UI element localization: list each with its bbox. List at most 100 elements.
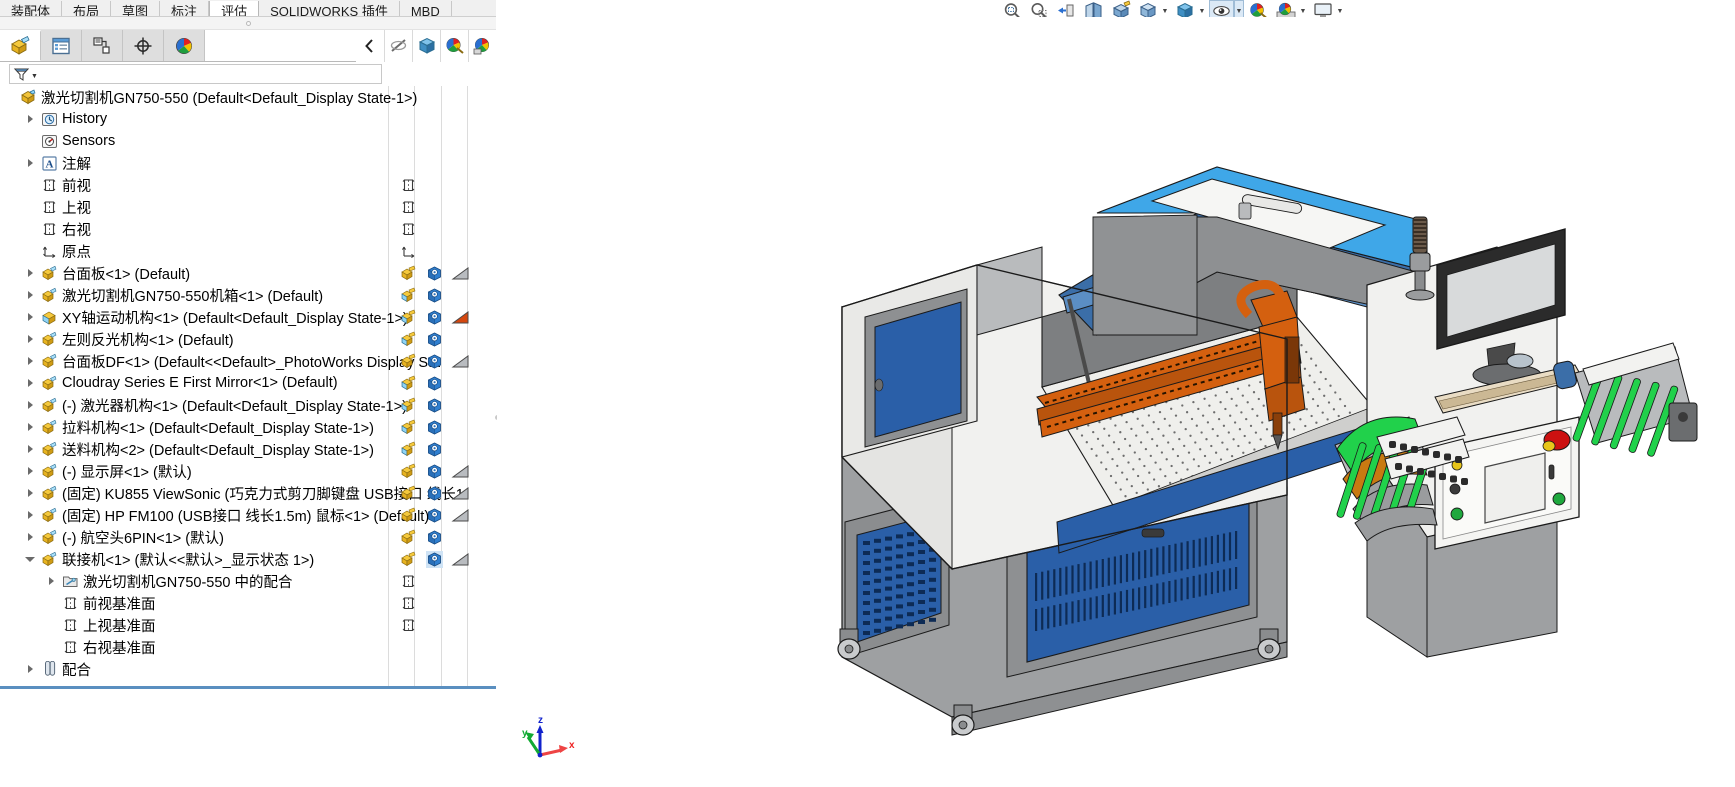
tree-column-cell[interactable] [395, 284, 421, 306]
tree-column-cell[interactable] [421, 174, 447, 196]
tree-expand-toggle[interactable] [21, 262, 39, 284]
appearance-ball-icon[interactable] [440, 30, 468, 62]
tree-expand-toggle[interactable] [21, 658, 39, 680]
tree-column-cell[interactable] [395, 328, 421, 350]
tree-column-cell[interactable] [395, 570, 421, 592]
feature-tree-filter-input[interactable]: ▼ [9, 64, 382, 84]
tree-column-cell[interactable] [395, 262, 421, 284]
tree-column-cell[interactable] [421, 592, 447, 614]
tree-expand-toggle[interactable] [21, 108, 39, 130]
tree-column-cell[interactable] [421, 372, 447, 394]
tree-column-cell[interactable] [448, 658, 474, 680]
tree-column-cell[interactable] [395, 636, 421, 658]
tree-column-cell[interactable] [421, 108, 447, 130]
tree-expand-toggle[interactable] [21, 460, 39, 482]
tree-column-cell[interactable] [421, 482, 447, 504]
tree-column-cell[interactable] [421, 394, 447, 416]
tree-column-cell[interactable] [421, 526, 447, 548]
tree-column-cell[interactable] [395, 592, 421, 614]
tree-column-cell[interactable] [421, 284, 447, 306]
tree-column-cell[interactable] [421, 130, 447, 152]
tree-column-cell[interactable] [395, 416, 421, 438]
tree-column-cell[interactable] [395, 504, 421, 526]
tree-expand-toggle[interactable] [21, 372, 39, 394]
tree-expand-toggle[interactable] [21, 328, 39, 350]
feature-manager-design-tree-tab[interactable] [0, 30, 41, 61]
tree-column-cell[interactable] [448, 350, 474, 372]
tree-column-cell[interactable] [448, 592, 474, 614]
tree-column-cell[interactable] [421, 218, 447, 240]
tree-expand-toggle[interactable] [21, 284, 39, 306]
tree-column-cell[interactable] [421, 306, 447, 328]
tree-column-cell[interactable] [395, 218, 421, 240]
tree-column-cell[interactable] [421, 658, 447, 680]
ribbon-tab-6[interactable]: MBD [399, 1, 452, 16]
tree-column-cell[interactable] [448, 284, 474, 306]
tree-column-cell[interactable] [448, 86, 474, 108]
tree-column-cell[interactable] [421, 262, 447, 284]
display-manager-tab[interactable] [164, 30, 205, 61]
tree-column-cell[interactable] [395, 460, 421, 482]
tree-column-cell[interactable] [448, 262, 474, 284]
ribbon-tab-1[interactable]: 布局 [62, 1, 112, 16]
view-orientation-cube-icon[interactable] [412, 30, 440, 62]
tree-column-cell[interactable] [421, 196, 447, 218]
feature-tree[interactable]: 激光切割机GN750-550 (Default<Default_Display … [0, 86, 496, 686]
tree-column-cell[interactable] [448, 548, 474, 570]
tree-column-cell[interactable] [395, 658, 421, 680]
tree-expand-toggle[interactable] [21, 152, 39, 174]
tree-column-cell[interactable] [395, 306, 421, 328]
tree-column-cell[interactable] [448, 614, 474, 636]
tree-column-cell[interactable] [421, 636, 447, 658]
tree-column-cell[interactable] [395, 196, 421, 218]
ribbon-tab-0[interactable]: 装配体 [0, 1, 63, 16]
tree-column-cell[interactable] [395, 548, 421, 570]
tree-column-cell[interactable] [395, 174, 421, 196]
tree-column-cell[interactable] [395, 394, 421, 416]
tree-column-cell[interactable] [448, 218, 474, 240]
tree-column-cell[interactable] [395, 108, 421, 130]
tree-column-cell[interactable] [421, 460, 447, 482]
collapse-arrow-icon[interactable] [356, 30, 384, 62]
tree-column-cell[interactable] [421, 504, 447, 526]
tree-column-cell[interactable] [395, 350, 421, 372]
tree-column-cell[interactable] [421, 86, 447, 108]
ribbon-tab-5[interactable]: SOLIDWORKS 插件 [259, 1, 400, 16]
tree-column-cell[interactable] [448, 460, 474, 482]
tree-column-cell[interactable] [448, 570, 474, 592]
property-manager-tab[interactable] [41, 30, 82, 61]
tree-expand-toggle[interactable] [21, 438, 39, 460]
dimxpert-manager-tab[interactable] [123, 30, 164, 61]
graphics-area[interactable]: z y x [497, 17, 1735, 787]
ribbon-tab-4[interactable]: 评估 [209, 1, 260, 16]
tree-column-cell[interactable] [448, 504, 474, 526]
tree-column-cell[interactable] [448, 174, 474, 196]
tree-expand-toggle[interactable] [21, 394, 39, 416]
tree-expand-toggle[interactable] [21, 306, 39, 328]
tree-column-cell[interactable] [395, 482, 421, 504]
tree-column-cell[interactable] [395, 614, 421, 636]
tree-expand-toggle[interactable] [21, 482, 39, 504]
tree-expand-toggle[interactable] [42, 570, 60, 592]
tree-column-cell[interactable] [448, 108, 474, 130]
ribbon-tab-3[interactable]: 标注 [160, 1, 210, 16]
tree-column-cell[interactable] [395, 240, 421, 262]
hide-all-types-icon[interactable] [384, 30, 412, 62]
tree-column-cell[interactable] [448, 372, 474, 394]
tree-column-cell[interactable] [421, 614, 447, 636]
tree-column-cell[interactable] [448, 152, 474, 174]
tree-column-cell[interactable] [448, 438, 474, 460]
tree-column-cell[interactable] [421, 416, 447, 438]
tree-expand-toggle[interactable] [21, 548, 39, 570]
model-3d-view[interactable] [497, 17, 1735, 787]
tree-column-cell[interactable] [395, 86, 421, 108]
ribbon-tab-2[interactable]: 草图 [111, 1, 161, 16]
tree-column-cell[interactable] [448, 306, 474, 328]
tree-column-cell[interactable] [448, 130, 474, 152]
tree-expand-toggle[interactable] [21, 526, 39, 548]
tree-column-cell[interactable] [421, 438, 447, 460]
filter-dropdown-caret-icon[interactable]: ▼ [31, 73, 38, 80]
tree-column-cell[interactable] [421, 350, 447, 372]
tree-column-cell[interactable] [448, 196, 474, 218]
tree-column-cell[interactable] [421, 548, 447, 570]
